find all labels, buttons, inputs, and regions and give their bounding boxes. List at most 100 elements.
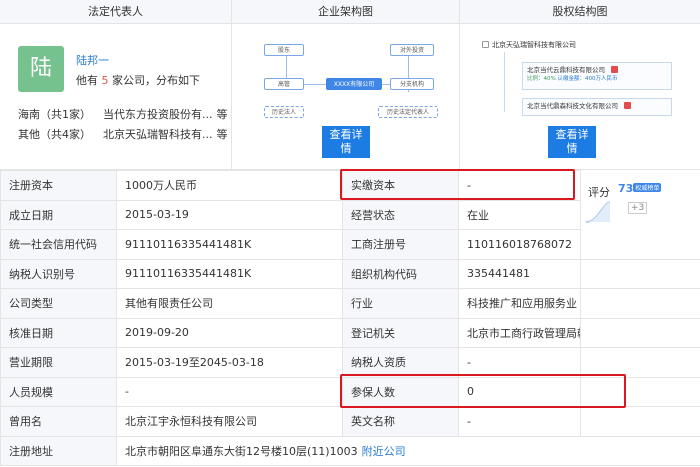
info-row-taxpayer-id: 纳税人识别号 91110116335441481K 组织机构代码 335441481 (0, 258, 700, 289)
field-label: 注册资本 (0, 170, 117, 201)
button-label-line1: 查看详 (329, 128, 363, 141)
field-value: 91110116335441481K (116, 258, 343, 289)
highlight-box-paid-capital (340, 169, 575, 200)
empty-cell (580, 406, 700, 437)
legal-rep-header: 法定代表人 (0, 0, 231, 24)
field-value: 北京市工商行政管理局朝阳分局 (458, 317, 581, 348)
org-node-center: XXXX有限公司 (326, 78, 382, 90)
field-label: 核准日期 (0, 317, 117, 348)
field-value: 其他有限责任公司 (116, 288, 343, 319)
org-chart-panel: 企业架构图 股东 高管 历史法人 XXXX有限公司 对外投资 分支机构 历史法定… (232, 0, 460, 170)
equity-panel: 股权结构图 北京天弘瑞智科技有限公司 北京当代云鼎科技有限公司 比例：40% 认… (460, 0, 700, 170)
field-value: 北京江宇永恒科技有限公司 (116, 406, 343, 437)
org-node-investment: 对外投资 (390, 44, 434, 56)
equity-warning-icon (624, 102, 631, 109)
field-label: 登记机关 (342, 317, 459, 348)
region-company-link[interactable]: 当代东方投资股份有... (103, 108, 213, 121)
field-label: 工商注册号 (342, 229, 459, 260)
field-label: 人员规模 (0, 376, 117, 407)
score-label: 评分 (588, 186, 610, 199)
highlight-box-insured-count (340, 374, 626, 408)
field-value: 在业 (458, 199, 581, 230)
field-label: 组织机构代码 (342, 258, 459, 289)
empty-cell (580, 317, 700, 348)
count-prefix: 他有 (76, 74, 98, 87)
score-tag: 权威榜单 (633, 183, 662, 192)
region-label: 其他（共4家） (18, 128, 91, 141)
button-label-line2: 情 (566, 142, 578, 155)
nearby-companies-link[interactable]: 附近公司 (362, 445, 406, 458)
org-chart-header: 企业架构图 (232, 0, 459, 24)
equity-view-detail-button[interactable]: 查看详 情 (548, 126, 596, 158)
legal-rep-name-link[interactable]: 陆邦一 (76, 52, 109, 68)
equity-thumbnail[interactable]: 北京天弘瑞智科技有限公司 北京当代云鼎科技有限公司 比例：40% 认缴金额：40… (482, 38, 678, 118)
field-value: - (458, 406, 581, 437)
field-value: 科技推广和应用服务业 (458, 288, 581, 319)
region-row-hainan: 海南（共1家） 当代东方投资股份有... 等 (18, 106, 228, 122)
empty-cell (580, 347, 700, 378)
equity-card: 北京当代云鼎科技有限公司 比例：40% 认缴金额：400万人民币 (522, 62, 672, 90)
count-number[interactable]: 5 (102, 74, 109, 87)
info-row-company-type: 公司类型 其他有限责任公司 行业 科技推广和应用服务业 (0, 288, 700, 319)
equity-card-pct: 比例：40% (527, 76, 556, 82)
org-node-exec: 高管 (264, 78, 304, 90)
field-value: - (116, 376, 343, 407)
company-node-icon (482, 41, 489, 48)
field-value: 北京市朝阳区阜通东大街12号楼10层(11)1003 附近公司 (116, 435, 700, 466)
field-label: 经营状态 (342, 199, 459, 230)
org-node-branch: 分支机构 (390, 78, 434, 90)
org-chart-thumbnail[interactable]: 股东 高管 历史法人 XXXX有限公司 对外投资 分支机构 历史法定代表人 (250, 38, 442, 118)
button-label-line2: 情 (340, 142, 352, 155)
field-label: 行业 (342, 288, 459, 319)
region-label: 海南（共1家） (18, 108, 91, 121)
empty-cell (580, 258, 700, 289)
equity-card-name: 北京当代鼎森科技文化有限公司 (527, 102, 618, 110)
score-chart-icon (585, 201, 611, 223)
equity-warning-icon (611, 66, 618, 73)
region-more: 等 (216, 108, 228, 121)
field-label: 注册地址 (0, 435, 117, 466)
region-row-other: 其他（共4家） 北京天弘瑞智科技有... 等 (18, 126, 228, 142)
equity-card-amount: 认缴金额：400万人民币 (557, 76, 618, 82)
field-label: 统一社会信用代码 (0, 229, 117, 260)
score-value: 73 (618, 182, 634, 195)
field-label: 英文名称 (342, 406, 459, 437)
info-row-business-term: 营业期限 2015-03-19至2045-03-18 纳税人资质 - (0, 347, 700, 378)
org-node-history-legal: 历史法人 (264, 106, 304, 118)
field-value: 2015-03-19至2045-03-18 (116, 347, 343, 378)
field-label: 公司类型 (0, 288, 117, 319)
address-text: 北京市朝阳区阜通东大街12号楼10层(11)1003 (125, 444, 358, 458)
field-value: - (458, 347, 581, 378)
field-label: 纳税人资质 (342, 347, 459, 378)
field-label: 成立日期 (0, 199, 117, 230)
region-company-link[interactable]: 北京天弘瑞智科技有... (103, 128, 213, 141)
info-row-address: 注册地址 北京市朝阳区阜通东大街12号楼10层(11)1003 附近公司 (0, 435, 700, 466)
score-badge: 73 权威榜单 (618, 182, 662, 196)
info-row-approval-date: 核准日期2019-09-20登记机关北京市工商行政管理局朝阳分局 (0, 317, 700, 348)
score-plus: +3 (628, 202, 648, 214)
button-label-line1: 查看详 (555, 128, 589, 141)
field-label: 曾用名 (0, 406, 117, 437)
field-value: 2019-09-20 (116, 317, 343, 348)
score-widget[interactable]: 评分 73 权威榜单 +3 (584, 176, 664, 232)
org-node-shareholder: 股东 (264, 44, 304, 56)
equity-top-company-name: 北京天弘瑞智科技有限公司 (492, 41, 576, 49)
equity-header: 股权结构图 (460, 0, 700, 24)
equity-card-name: 北京当代云鼎科技有限公司 (527, 66, 605, 74)
info-row-former-name: 曾用名 北京江宇永恒科技有限公司 英文名称 - (0, 406, 700, 437)
field-value: 335441481 (458, 258, 581, 289)
legal-rep-company-count: 他有 5 家公司，分布如下 (76, 72, 200, 88)
equity-top-company: 北京天弘瑞智科技有限公司 (482, 40, 576, 50)
org-view-detail-button[interactable]: 查看详 情 (322, 126, 370, 158)
org-node-history-rep: 历史法定代表人 (378, 106, 438, 118)
field-value: 110116018768072 (458, 229, 581, 260)
legal-rep-panel: 法定代表人 陆 陆邦一 他有 5 家公司，分布如下 海南（共1家） 当代东方投资股… (0, 0, 232, 170)
field-label: 纳税人识别号 (0, 258, 117, 289)
field-value: 91110116335441481K (116, 229, 343, 260)
count-suffix: 家公司，分布如下 (112, 74, 200, 87)
field-value: 1000万人民币 (116, 170, 343, 201)
equity-card: 北京当代鼎森科技文化有限公司 (522, 98, 672, 116)
field-label: 营业期限 (0, 347, 117, 378)
empty-cell (580, 288, 700, 319)
region-more: 等 (216, 128, 228, 141)
